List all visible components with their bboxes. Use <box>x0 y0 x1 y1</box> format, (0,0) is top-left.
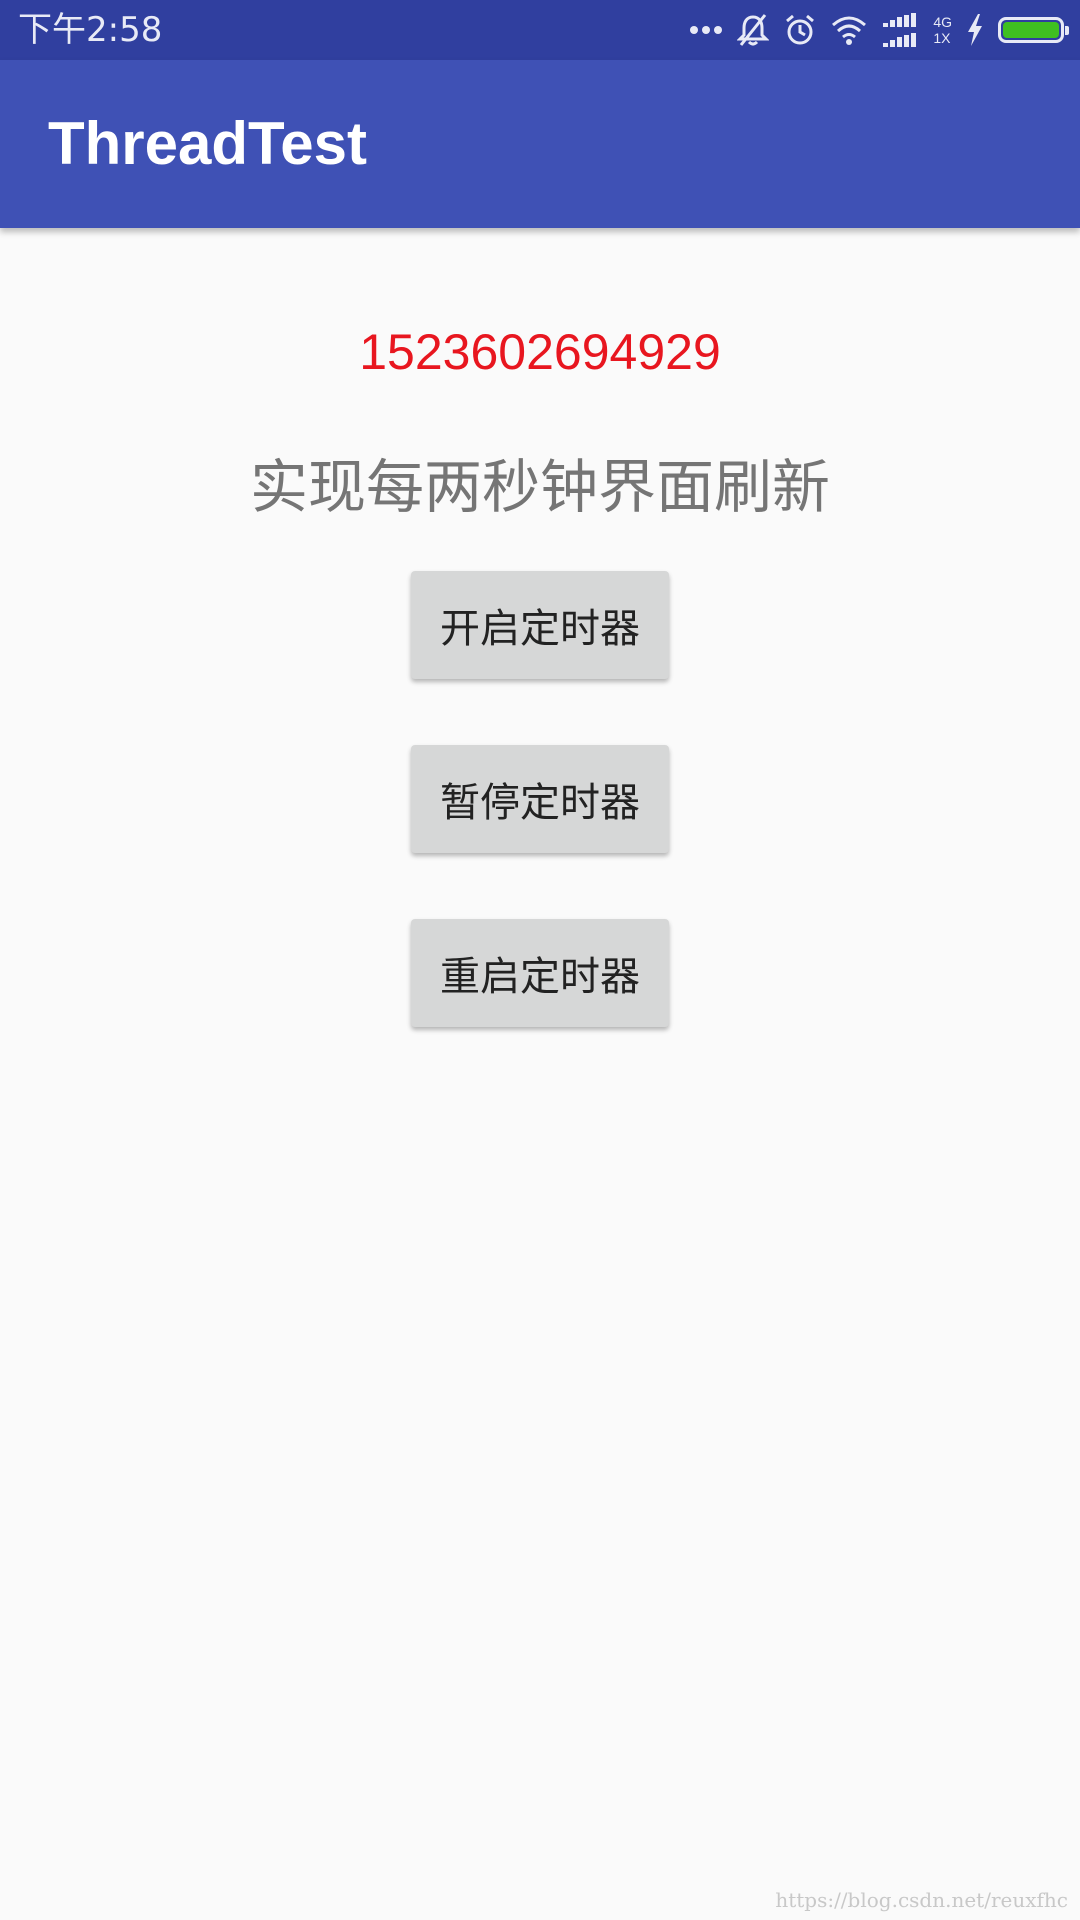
status-icons: 4G 1X <box>689 8 1069 52</box>
charging-icon <box>966 14 984 46</box>
app-bar: ThreadTest <box>0 60 1080 228</box>
battery-level-fill <box>1003 22 1059 38</box>
app-title: ThreadTest <box>48 110 367 177</box>
start-timer-button[interactable]: 开启定时器 <box>411 571 669 679</box>
timestamp-text: 1523602694929 <box>359 324 721 380</box>
status-bar: 下午2:58 4G 1X <box>0 0 1080 60</box>
watermark: https://blog.csdn.net/reuxfhc <box>775 1888 1068 1912</box>
more-dots-icon <box>689 25 723 35</box>
status-time: 下午2:58 <box>18 10 163 50</box>
wifi-icon <box>831 15 867 45</box>
battery-icon <box>998 17 1069 43</box>
restart-timer-button[interactable]: 重启定时器 <box>411 919 669 1027</box>
signal-icon <box>881 13 919 47</box>
bell-off-icon <box>737 13 770 47</box>
network-type-bottom: 1X <box>933 30 951 46</box>
refresh-caption: 实现每两秒钟界面刷新 <box>249 453 830 521</box>
alarm-icon <box>783 13 817 47</box>
network-type: 4G 1X <box>933 14 952 46</box>
pause-timer-button[interactable]: 暂停定时器 <box>411 745 669 853</box>
app-screen: 下午2:58 4G 1X ThreadTest 1523602694929 实现… <box>0 0 1080 1920</box>
network-type-top: 4G <box>933 14 952 30</box>
